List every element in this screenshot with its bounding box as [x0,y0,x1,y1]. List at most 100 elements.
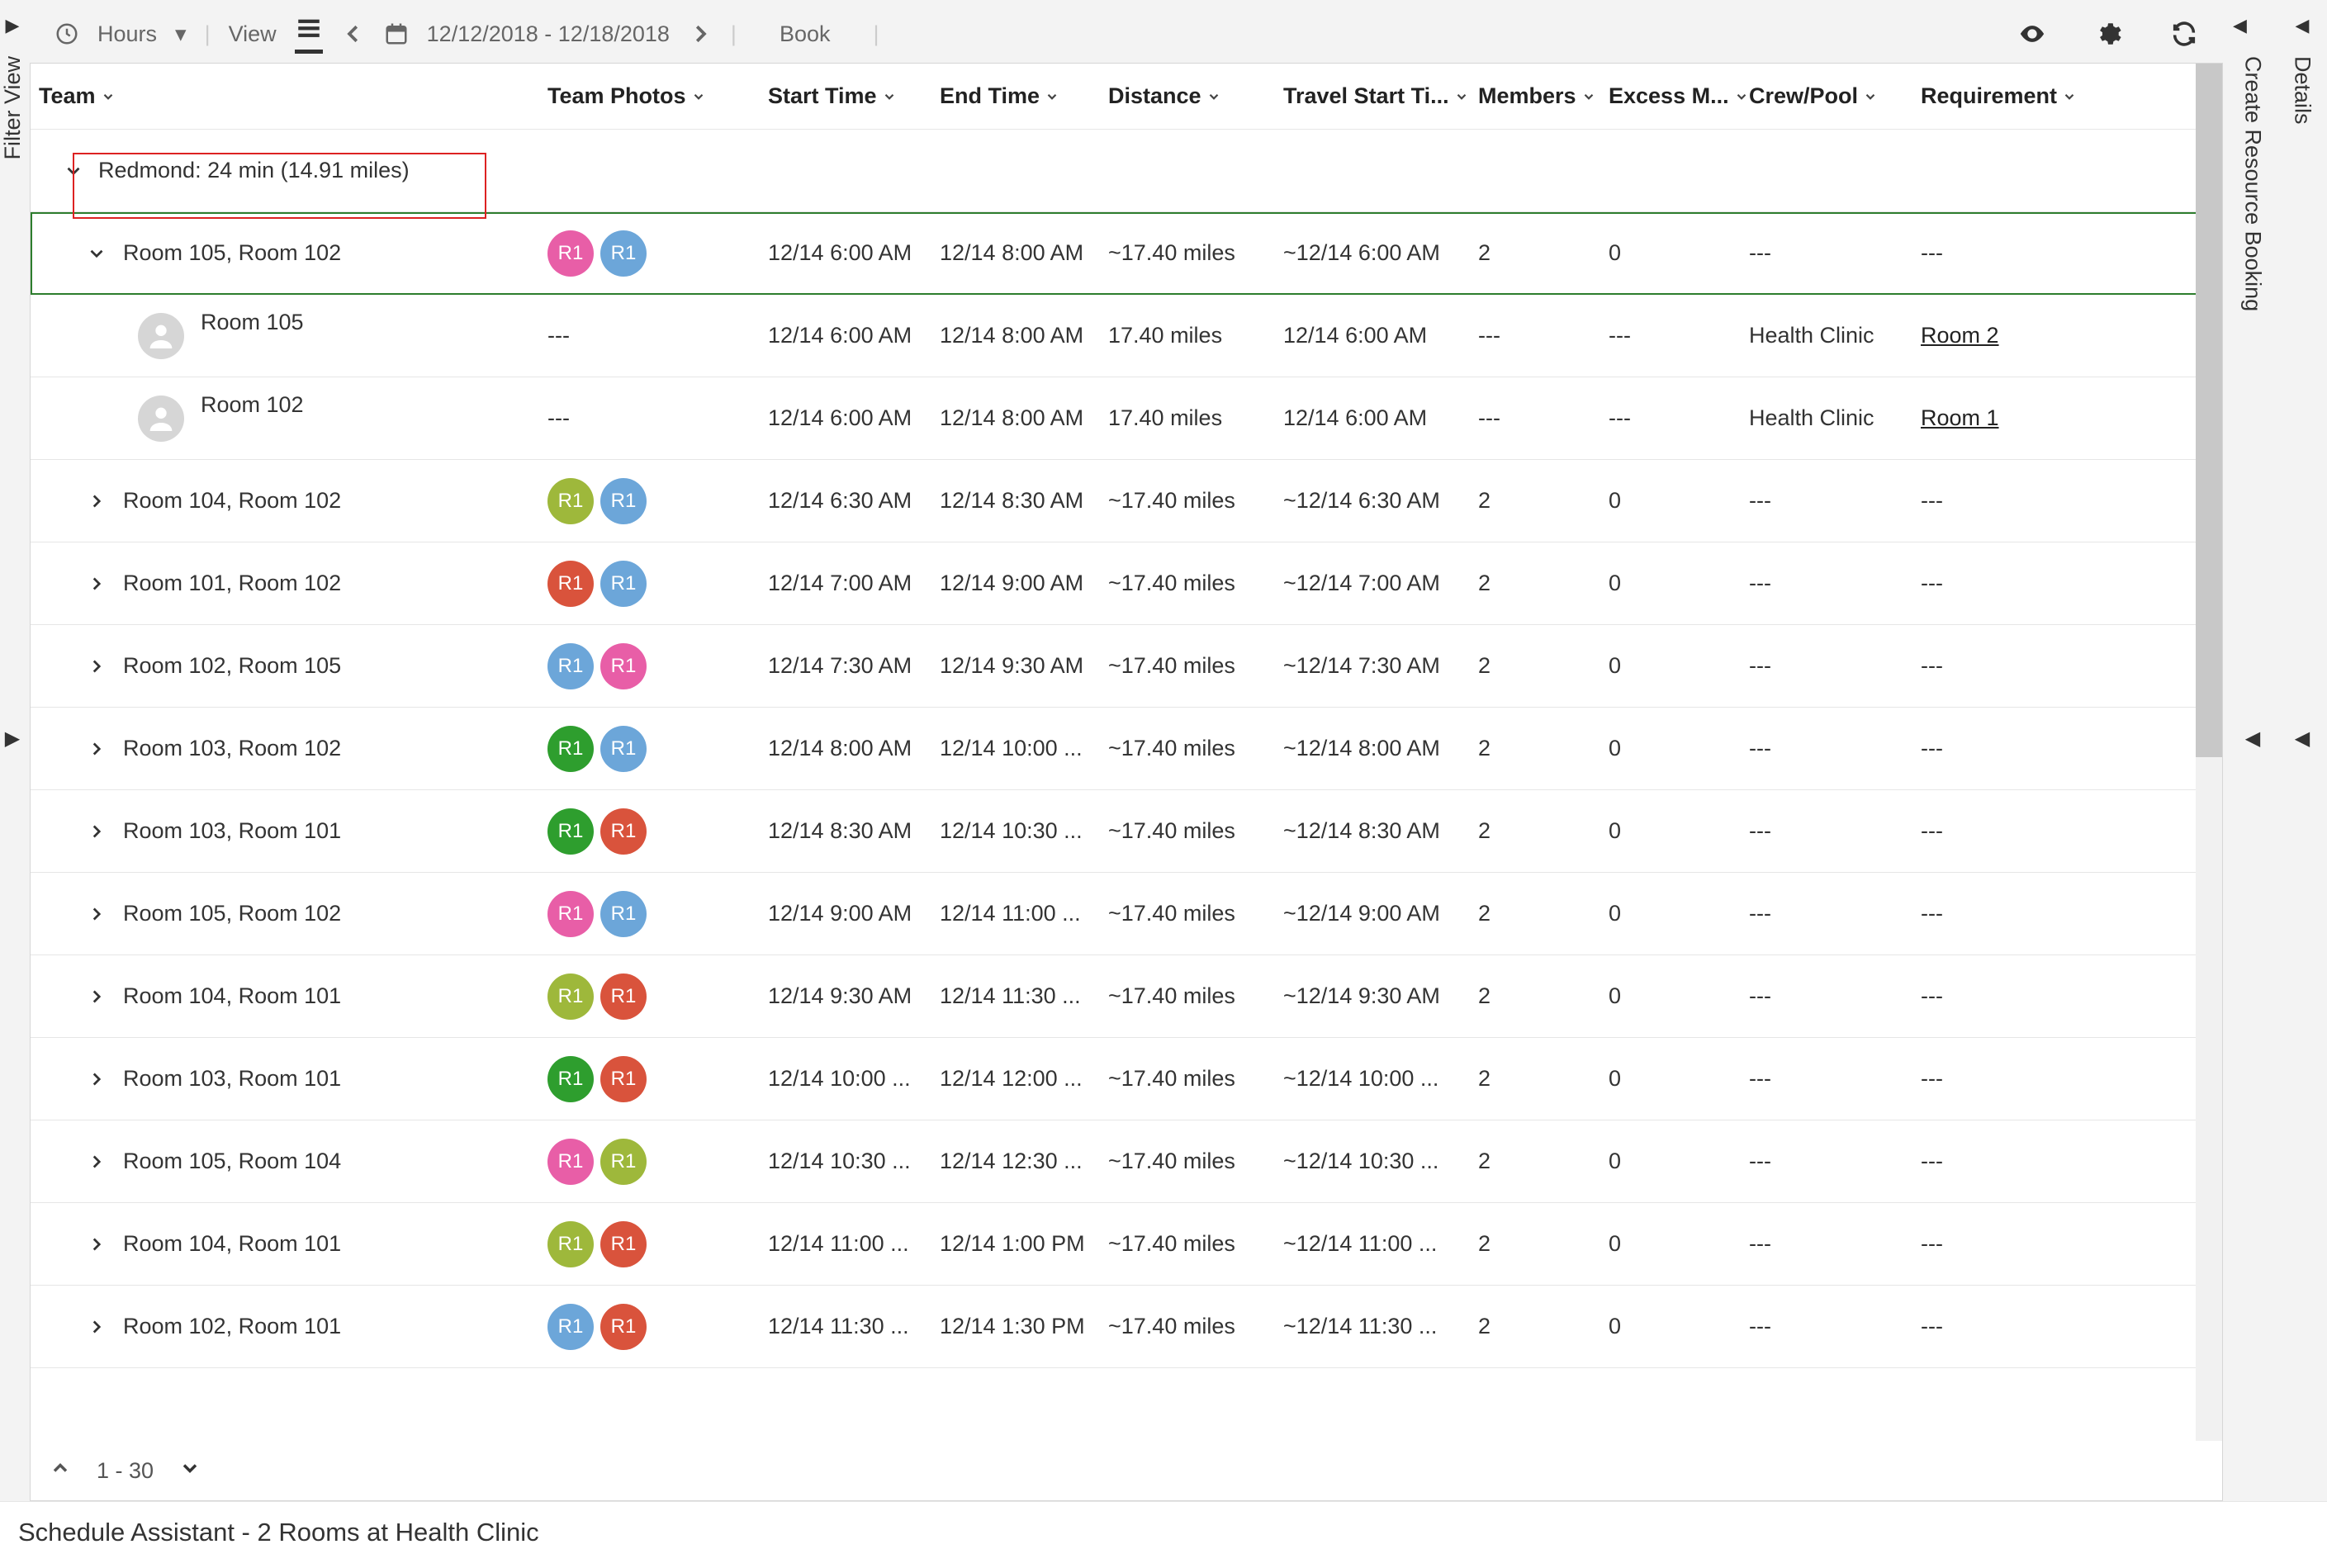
chevron-down-icon[interactable] [1206,89,1221,104]
pager-prev-icon[interactable] [49,1457,72,1485]
col-start[interactable]: Start Time [768,83,877,109]
col-members[interactable]: Members [1478,83,1576,109]
cell-requirement: --- [1921,1231,2086,1257]
cell-dist: ~17.40 miles [1108,901,1283,926]
chevron-down-icon[interactable] [1581,89,1596,104]
next-icon[interactable] [688,21,713,46]
cell-dist: ~17.40 miles [1108,240,1283,266]
list-view-icon[interactable] [295,15,323,54]
expand-right-icon[interactable]: ▶ [6,15,20,36]
table-row[interactable]: Room 103, Room 101R1R112/14 10:00 ...12/… [31,1038,2222,1120]
expand-left-mid-icon[interactable]: ◀ [2295,727,2310,751]
expand-left-mid-icon[interactable]: ◀ [2245,727,2260,751]
refresh-icon[interactable] [2170,20,2198,48]
cell-trav: ~12/14 7:00 AM [1283,571,1478,596]
chevron-right-icon[interactable] [80,1068,113,1090]
chevron-right-icon[interactable] [80,1234,113,1255]
create-booking-rail[interactable]: ◀ Create Resource Booking ◀ [2228,0,2277,1501]
hours-dropdown[interactable]: Hours [97,21,157,47]
chevron-right-icon[interactable] [80,821,113,842]
cell-crew: --- [1749,901,1921,926]
table-row[interactable]: Room 105---12/14 6:00 AM12/14 8:00 AM17.… [31,295,2222,377]
expand-right-mid-icon[interactable]: ▶ [5,727,20,751]
chevron-right-icon[interactable] [80,903,113,925]
cell-start: 12/14 6:00 AM [768,405,940,431]
chevron-right-icon[interactable] [80,1316,113,1338]
cell-photos: R1R1 [547,230,768,277]
cell-trav: ~12/14 11:00 ... [1283,1231,1478,1257]
team-photo-badge: R1 [547,1221,594,1267]
table-row[interactable]: Room 105, Room 102R1R112/14 6:00 AM12/14… [31,212,2222,295]
cell-photos: R1R1 [547,1139,768,1185]
cell-mem: 2 [1478,1066,1609,1092]
col-photos[interactable]: Team Photos [547,83,686,109]
cell-crew: --- [1749,983,1921,1009]
chevron-right-icon[interactable] [80,986,113,1007]
chevron-down-icon[interactable] [1454,89,1469,104]
details-rail[interactable]: ◀ Details ◀ [2277,0,2327,1501]
cell-exc: 0 [1609,653,1749,679]
chevron-down-icon[interactable] [1863,89,1878,104]
table-row[interactable]: Room 103, Room 101R1R112/14 8:30 AM12/14… [31,790,2222,873]
pager-next-icon[interactable] [178,1457,201,1485]
table-row[interactable]: Room 104, Room 101R1R112/14 9:30 AM12/14… [31,955,2222,1038]
cell-mem: 2 [1478,653,1609,679]
cell-mem: 2 [1478,1231,1609,1257]
table-row[interactable]: Room 102---12/14 6:00 AM12/14 8:00 AM17.… [31,377,2222,460]
table-row[interactable]: Room 104, Room 102R1R112/14 6:30 AM12/14… [31,460,2222,542]
chevron-down-icon[interactable] [101,89,116,104]
gear-icon[interactable] [2094,20,2122,48]
prev-icon[interactable] [341,21,366,46]
chevron-down-icon[interactable] [1045,89,1059,104]
scrollbar-thumb[interactable] [2196,64,2222,757]
team-name: Room 105, Room 104 [123,1149,341,1174]
book-button[interactable]: Book [755,21,855,47]
table-row[interactable]: Room 102, Room 105R1R112/14 7:30 AM12/14… [31,625,2222,708]
cell-requirement: Room 1 [1921,405,2086,431]
chevron-down-icon[interactable] [882,89,897,104]
filter-view-rail[interactable]: ▶ Filter View ▶ [0,0,25,1501]
chevron-down-icon[interactable] [57,160,90,182]
cell-end: 12/14 8:30 AM [940,488,1108,514]
date-range[interactable]: 12/12/2018 - 12/18/2018 [427,21,670,47]
cell-trav: ~12/14 8:00 AM [1283,736,1478,761]
col-crew[interactable]: Crew/Pool [1749,83,1858,109]
requirement-link[interactable]: Room 1 [1921,405,1999,430]
chevron-right-icon[interactable] [80,656,113,677]
col-distance[interactable]: Distance [1108,83,1201,109]
table-row[interactable]: Room 101, Room 102R1R112/14 7:00 AM12/14… [31,542,2222,625]
requirement-link[interactable]: Room 2 [1921,323,1999,348]
chevron-right-icon[interactable] [80,573,113,595]
table-row[interactable]: Room 105, Room 104R1R112/14 10:30 ...12/… [31,1120,2222,1203]
group-header-row[interactable]: Redmond: 24 min (14.91 miles) [31,130,2222,212]
chevron-down-icon[interactable] [2062,89,2077,104]
expand-left-icon[interactable]: ◀ [2296,15,2310,36]
cell-exc: 0 [1609,983,1749,1009]
chevron-down-icon[interactable] [1734,89,1749,104]
chevron-right-icon[interactable] [80,490,113,512]
dropdown-caret-icon[interactable]: ▾ [175,21,187,47]
vertical-scrollbar[interactable] [2196,64,2222,1441]
chevron-right-icon[interactable] [80,1151,113,1172]
chevron-right-icon[interactable] [80,738,113,760]
team-name: Room 102, Room 101 [123,1314,341,1339]
cell-requirement: Room 2 [1921,323,2086,348]
col-end[interactable]: End Time [940,83,1040,109]
col-requirement[interactable]: Requirement [1921,83,2057,109]
col-travel[interactable]: Travel Start Ti... [1283,83,1449,109]
chevron-down-icon[interactable] [80,243,113,264]
table-row[interactable]: Room 105, Room 102R1R112/14 9:00 AM12/14… [31,873,2222,955]
eye-icon[interactable] [2018,20,2046,48]
table-row[interactable]: Room 102, Room 101R1R112/14 11:30 ...12/… [31,1286,2222,1368]
table-row[interactable]: Room 103, Room 102R1R112/14 8:00 AM12/14… [31,708,2222,790]
cell-mem: 2 [1478,571,1609,596]
col-team[interactable]: Team [39,83,96,109]
cell-crew: Health Clinic [1749,405,1921,431]
status-bar: Schedule Assistant - 2 Rooms at Health C… [0,1501,2327,1563]
cell-photos: R1R1 [547,478,768,524]
chevron-down-icon[interactable] [691,89,706,104]
col-excess[interactable]: Excess M... [1609,83,1729,109]
calendar-icon[interactable] [384,21,409,46]
table-row[interactable]: Room 104, Room 101R1R112/14 11:00 ...12/… [31,1203,2222,1286]
expand-left-icon[interactable]: ◀ [2233,15,2247,36]
